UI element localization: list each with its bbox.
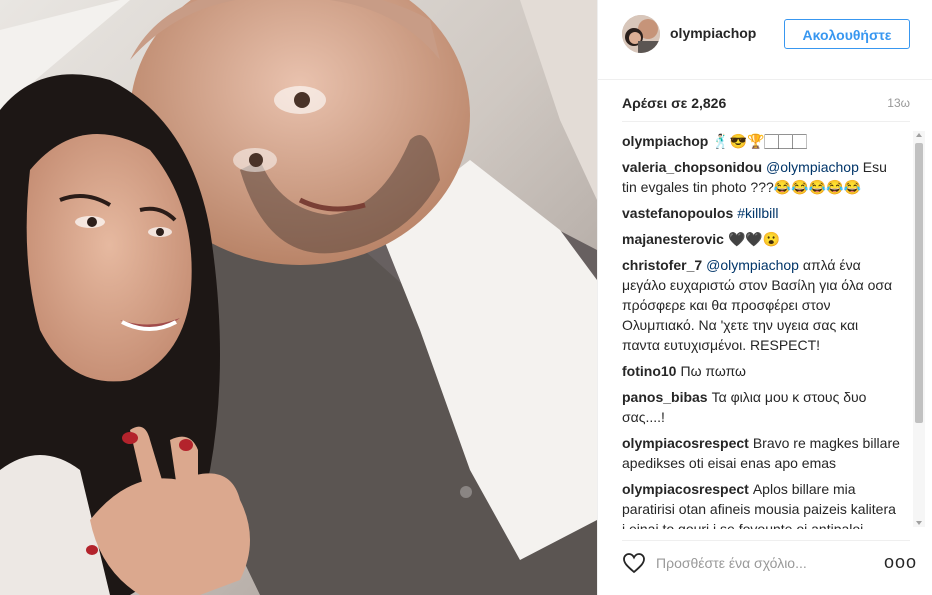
comment-hashtag[interactable]: #killbill [737,205,778,221]
comments-list[interactable]: olympiachop 🕺🏻😎🏆🏻🏻🏻 valeria_chopsonidou @o… [622,131,900,529]
comment-text: 🕺🏻😎🏆🏻🏻🏻 [712,133,807,149]
comment-username[interactable]: fotino10 [622,363,676,379]
comment-item: olympiachop 🕺🏻😎🏆🏻🏻🏻 [622,131,900,151]
comment-input[interactable] [654,549,868,577]
comment-item: olympiacosrespect Bravo re magkes billare… [622,433,900,473]
post-photo[interactable] [0,0,597,595]
comment-username[interactable]: majanesterovic [622,231,724,247]
comment-mention[interactable]: @olympiachop [766,159,859,175]
comment-footer: ooo [598,540,932,595]
post-author-username[interactable]: olympiachop [670,25,756,41]
heart-icon[interactable] [622,552,646,574]
comment-username[interactable]: olympiacosrespect [622,435,749,451]
scroll-up-arrow-icon[interactable] [916,133,922,137]
comment-username[interactable]: christofer_7 [622,257,702,273]
comment-text: 🖤🖤😮 [727,231,781,247]
comment-item: vastefanopoulos #killbill [622,203,900,223]
comment-username[interactable]: vastefanopoulos [622,205,733,221]
scroll-down-arrow-icon[interactable] [916,521,922,525]
comment-username[interactable]: panos_bibas [622,389,708,405]
comment-username[interactable]: valeria_chopsonidou [622,159,762,175]
comment-item: christofer_7 @olympiachop απλά ένα μεγάλο… [622,255,900,355]
scroll-thumb[interactable] [915,143,923,423]
follow-button[interactable]: Ακολουθήστε [784,19,910,49]
comment-item: valeria_chopsonidou @olympiachop Esu tin … [622,157,900,197]
comment-item: olympiacosrespect Aplos billare mia parat… [622,479,900,529]
comment-username[interactable]: olympiacosrespect [622,481,749,497]
comment-item: panos_bibas Τα φιλια μου κ στους δυο σας.… [622,387,900,427]
post-timestamp[interactable]: 13ω [887,96,910,110]
comment-item: fotino10 Πω πωπω [622,361,900,381]
avatar-image [622,15,660,53]
post-side-panel: olympiachop Ακολουθήστε Αρέσει σε 2,826 … [597,0,932,595]
photo-image [0,0,597,595]
comment-username[interactable]: olympiachop [622,133,708,149]
comment-item: majanesterovic 🖤🖤😮 [622,229,900,249]
more-options-icon[interactable]: ooo [884,552,916,572]
avatar[interactable] [622,15,660,53]
post-header: olympiachop Ακολουθήστε [598,0,932,80]
comments-scrollbar[interactable] [913,131,925,527]
comment-text: Πω πωπω [680,363,746,379]
likes-count[interactable]: Αρέσει σε 2,826 [622,95,726,111]
divider [622,121,910,122]
comment-mention[interactable]: @olympiachop [706,257,799,273]
